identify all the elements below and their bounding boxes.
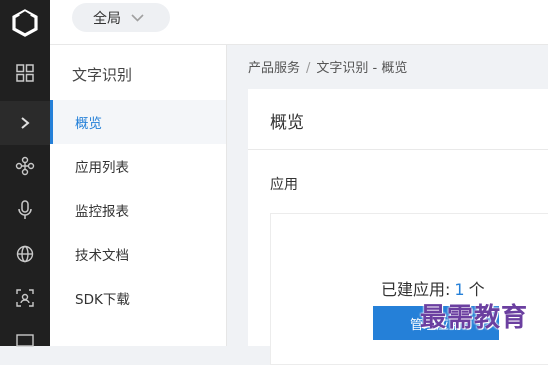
submenu-item-app-list[interactable]: 应用列表 [50,144,226,188]
submenu-title: 文字识别 [72,66,133,84]
breadcrumb: 产品服务 / 文字识别 - 概览 [248,57,407,76]
submenu-item-label: 应用列表 [75,160,129,176]
monitor-icon[interactable] [0,320,50,364]
panel-divider [248,149,548,150]
submenu-item-label: 监控报表 [75,204,129,220]
submenu-item-label: 技术文档 [75,248,129,264]
scope-select[interactable]: 全局 [72,3,170,32]
breadcrumb-item-current: 文字识别 - 概览 [316,61,408,76]
page-title: 概览 [270,113,304,133]
globe-icon[interactable] [0,232,50,276]
submenu-item-label: SDK下载 [75,292,130,308]
submenu-item-tech-docs[interactable]: 技术文档 [50,232,226,276]
submenu-item-label: 概览 [75,116,102,132]
scan-face-icon[interactable] [0,276,50,320]
submenu-item-sdk-download[interactable]: SDK下载 [50,276,226,320]
breadcrumb-separator: / [306,61,311,76]
section-title: 应用 [270,177,298,193]
cluster-icon[interactable] [0,144,50,188]
app-summary-card: 已建应用: 1 个 管理应用 [270,213,548,365]
chevron-right-icon[interactable] [0,101,50,145]
icon-rail [0,0,50,347]
breadcrumb-item[interactable]: 产品服务 [248,61,300,76]
product-submenu: 文字识别 概览 应用列表 监控报表 技术文档 SDK下载 [50,45,227,346]
submenu-item-overview[interactable]: 概览 [50,100,226,144]
microphone-icon[interactable] [0,188,50,232]
top-bar: 全局 [50,0,548,45]
logo-icon[interactable] [0,0,50,46]
grid-icon[interactable] [0,51,50,95]
scope-select-label: 全局 [93,9,121,26]
watermark: 最需教育 [420,303,529,333]
chevron-down-icon [131,14,144,22]
submenu-item-monitor-report[interactable]: 监控报表 [50,188,226,232]
